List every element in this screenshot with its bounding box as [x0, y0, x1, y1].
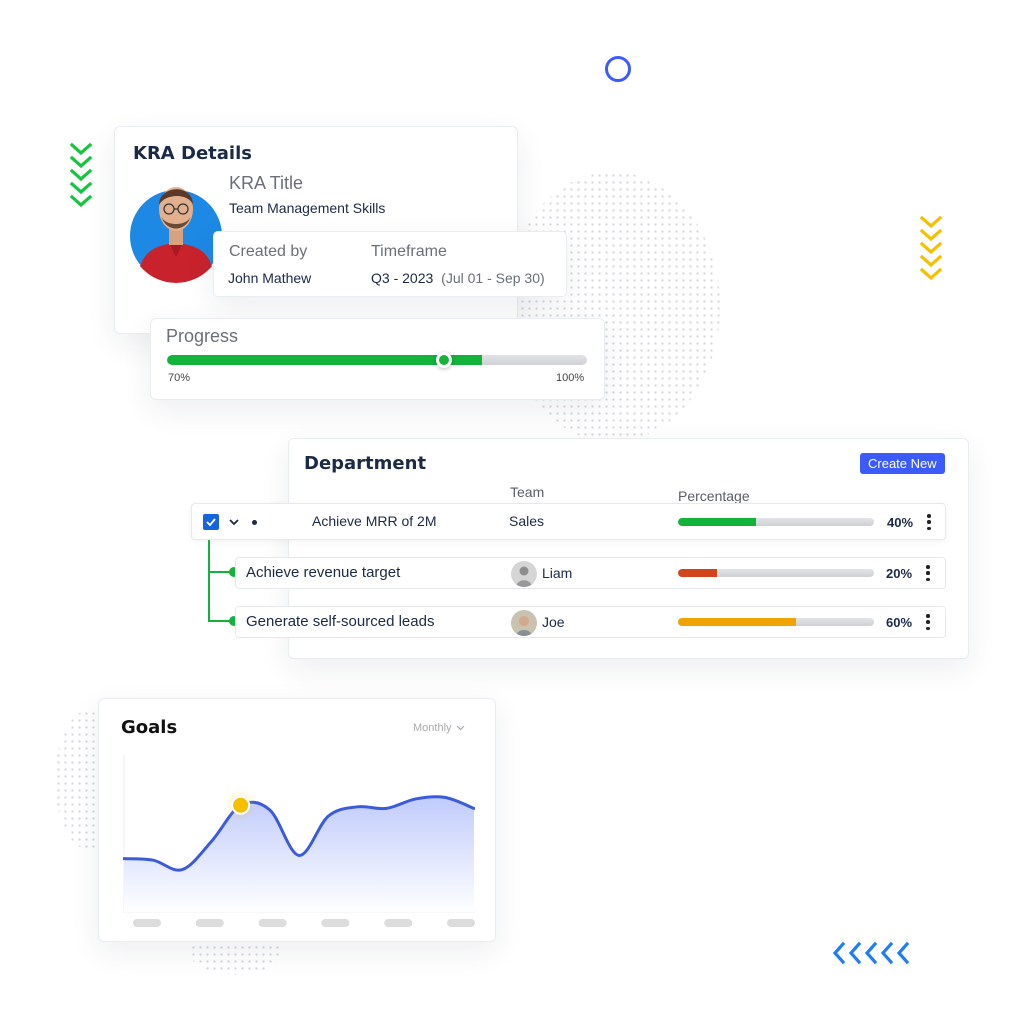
column-header-percentage: Percentage [678, 488, 750, 504]
period-select[interactable]: Monthly [413, 722, 465, 734]
table-row-child[interactable]: Achieve revenue target Liam 20% [235, 557, 946, 589]
row-progress-track [678, 569, 874, 577]
kra-title-value: Team Management Skills [229, 200, 386, 216]
bullet-icon [252, 520, 257, 525]
row-progress-track [678, 618, 874, 626]
table-row-parent[interactable]: Achieve MRR of 2M Sales 40% [191, 503, 946, 540]
kra-meta-panel: Created by John Mathew Timeframe Q3 - 20… [213, 231, 567, 297]
row-checkbox[interactable] [203, 514, 219, 530]
goals-chart [123, 755, 475, 927]
chevron-down-icon[interactable] [228, 516, 240, 528]
highlighted-data-point[interactable] [231, 795, 251, 815]
row-progress-track [678, 518, 874, 526]
created-by-label: Created by [229, 243, 308, 260]
x-tick-label [321, 919, 350, 927]
kra-details-heading: KRA Details [133, 143, 252, 164]
x-tick-label [447, 919, 475, 927]
x-tick-label [133, 919, 161, 927]
timeframe-label: Timeframe [371, 243, 447, 260]
create-new-button[interactable]: Create New [860, 453, 945, 474]
progress-min-label: 70% [168, 372, 191, 384]
check-icon [206, 518, 216, 527]
avatar [129, 171, 223, 283]
progress-label: Progress [166, 326, 239, 346]
blue-chevrons-icon [832, 941, 910, 965]
timeframe-range: (Jul 01 - Sep 30) [441, 270, 545, 286]
created-by-value: John Mathew [228, 270, 312, 286]
x-tick-label [258, 919, 287, 927]
more-options-icon[interactable] [925, 614, 931, 630]
row-title: Achieve MRR of 2M [312, 513, 437, 529]
progress-track [167, 355, 587, 365]
x-tick-label [195, 919, 224, 927]
department-heading: Department [304, 453, 427, 474]
progress-fill [167, 355, 482, 365]
progress-max-label: 100% [556, 372, 585, 384]
x-tick-label [384, 919, 413, 927]
row-progress-fill [678, 569, 718, 577]
row-progress-fill [678, 518, 757, 526]
row-percentage: 20% [886, 566, 913, 581]
more-options-icon[interactable] [926, 514, 932, 530]
row-owner: Joe [542, 614, 565, 630]
row-team: Sales [509, 513, 545, 529]
row-title: Achieve revenue target [246, 564, 401, 581]
row-title: Generate self-sourced leads [246, 613, 435, 630]
row-percentage: 40% [887, 515, 914, 530]
period-select-value: Monthly [413, 722, 452, 734]
goals-card: Goals Monthly [98, 698, 496, 942]
more-options-icon[interactable] [925, 565, 931, 581]
kra-title-label: KRA Title [229, 173, 304, 193]
dot-pattern-decoration [505, 172, 720, 442]
table-row-child[interactable]: Generate self-sourced leads Joe 60% [235, 606, 946, 638]
green-chevrons-icon [69, 142, 93, 208]
chevron-down-icon [456, 725, 464, 731]
row-percentage: 60% [886, 615, 913, 630]
progress-card: Progress 70% 100% [150, 318, 605, 400]
row-owner: Liam [542, 565, 573, 581]
kra-details-card: KRA Details KRA Title Team Management Sk… [114, 126, 518, 334]
yellow-chevrons-icon [919, 215, 943, 281]
timeframe-quarter: Q3 - 2023 [371, 270, 434, 286]
avatar-joe [511, 610, 537, 636]
row-progress-fill [678, 618, 796, 626]
progress-slider-handle[interactable] [436, 352, 453, 368]
avatar-liam [511, 561, 537, 587]
goals-heading: Goals [121, 717, 178, 738]
timeframe-value: Q3 - 2023 (Jul 01 - Sep 30) [371, 270, 545, 286]
column-header-team: Team [510, 484, 545, 500]
ring-decoration [605, 56, 631, 82]
